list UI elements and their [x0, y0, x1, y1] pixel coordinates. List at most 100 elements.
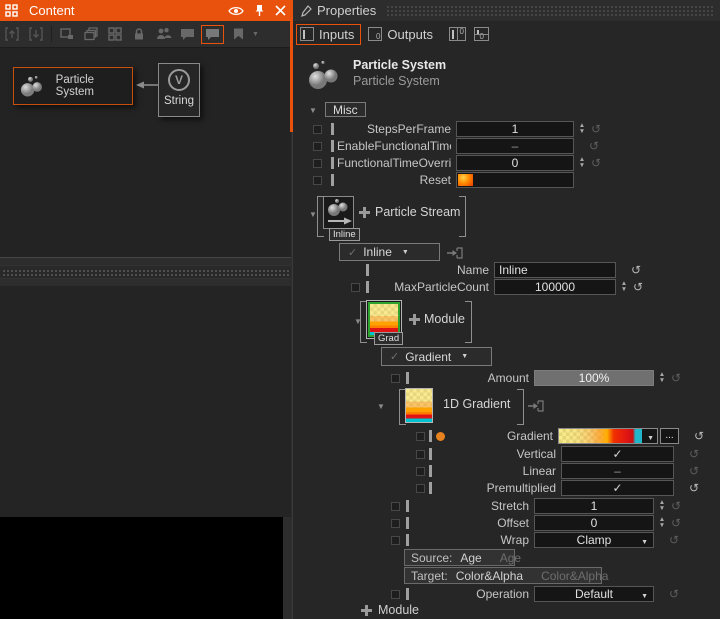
panel-splitter[interactable] — [0, 259, 291, 286]
spinner-icon[interactable]: ▲▼ — [619, 280, 629, 294]
functionaltimeoverride-field[interactable]: 0 — [456, 155, 574, 171]
maxparticlecount-field[interactable]: 100000 — [494, 279, 616, 295]
particle-system-node-icon — [19, 72, 48, 100]
row-checkbox[interactable] — [391, 519, 400, 528]
string-node[interactable]: V String — [158, 63, 200, 117]
row-checkbox[interactable] — [313, 176, 322, 185]
layers-icon[interactable] — [79, 24, 103, 44]
reset-icon[interactable]: ↺ — [669, 533, 679, 547]
property-row-functionaltimeoverride: FunctionalTimeOverride 0▲▼ ↺ — [293, 155, 720, 171]
reset-icon[interactable]: ↺ — [671, 516, 681, 530]
reset-icon[interactable]: ↺ — [591, 156, 601, 170]
row-checkbox[interactable] — [391, 502, 400, 511]
property-row-stepsperframe: StepsPerFrame1▲▼↺ — [293, 121, 720, 137]
name-field[interactable]: Inline — [494, 262, 616, 278]
string-node-v-icon: V — [168, 69, 190, 91]
linear-field[interactable]: – — [561, 463, 674, 479]
empty-dock-panel[interactable] — [0, 286, 291, 517]
bookmark-icon[interactable] — [226, 24, 250, 44]
row-label: Linear — [435, 464, 556, 478]
gradient-more-button[interactable]: ... — [660, 428, 679, 444]
chevron-down-icon[interactable]: ▼ — [647, 432, 654, 446]
row-label: Gradient — [435, 429, 553, 443]
grid-logo-icon — [5, 4, 18, 17]
comment-active-icon — [204, 27, 221, 42]
stepsperframe-field[interactable]: 1 — [456, 121, 574, 137]
property-row-amount: Amount100%▲▼↺ — [293, 370, 720, 386]
users-icon[interactable] — [151, 24, 175, 44]
content-panel-title: Content — [29, 3, 223, 18]
amount-field[interactable]: 100% — [534, 370, 654, 386]
row-checkbox[interactable] — [351, 283, 360, 292]
pin-bar — [429, 448, 432, 460]
content-titlebar[interactable]: Content — [0, 0, 291, 21]
premultiplied-field[interactable]: ✓ — [561, 480, 674, 496]
row-checkbox[interactable] — [391, 536, 400, 545]
spinner-icon[interactable]: ▲▼ — [657, 516, 667, 530]
reset-icon[interactable]: ↺ — [671, 371, 681, 385]
row-checkbox[interactable] — [313, 125, 322, 134]
splitter-grip[interactable] — [0, 265, 291, 279]
close-icon[interactable] — [275, 5, 286, 16]
comment-active-button[interactable] — [201, 25, 224, 44]
patch-canvas[interactable]: Particle System V String — [0, 48, 291, 258]
row-checkbox[interactable] — [416, 467, 425, 476]
reset-icon[interactable]: ↺ — [591, 122, 601, 136]
row-label: FunctionalTimeOverride — [337, 156, 451, 170]
pin-group-chip-source[interactable]: Source:AgeAge — [404, 549, 515, 566]
row-checkbox[interactable] — [416, 450, 425, 459]
row-label: Premultiplied — [435, 481, 556, 495]
row-checkbox[interactable] — [313, 159, 322, 168]
pin-group-chip-target[interactable]: Target:Color&AlphaColor&Alpha — [404, 567, 602, 584]
property-row-name: Name Inline ↺ — [293, 262, 720, 278]
spinner-icon[interactable]: ▲▼ — [657, 499, 667, 513]
bang-button[interactable] — [458, 174, 473, 186]
spinner-icon[interactable]: ▲▼ — [577, 156, 587, 170]
particle-system-node[interactable]: Particle System — [13, 67, 133, 105]
row-checkbox[interactable] — [416, 432, 425, 441]
row-label: Name — [372, 263, 489, 277]
reset-icon[interactable]: ↺ — [631, 263, 641, 277]
pin-bar — [331, 123, 334, 135]
lock-icon[interactable] — [127, 24, 151, 44]
offset-field[interactable]: 0 — [534, 515, 654, 531]
row-checkbox[interactable] — [313, 142, 322, 151]
comment-icon[interactable] — [175, 24, 199, 44]
import-patch-icon[interactable] — [24, 24, 48, 44]
gradient-field[interactable]: ▼ — [558, 428, 658, 444]
add-module-footer[interactable]: Module — [361, 603, 419, 617]
stretch-field[interactable]: 1 — [534, 498, 654, 514]
reset-icon[interactable]: ↺ — [589, 139, 599, 153]
node-icon[interactable] — [55, 24, 79, 44]
spinner-icon[interactable]: ▲▼ — [577, 122, 587, 136]
reset-icon[interactable]: ↺ — [671, 499, 681, 513]
row-label: Reset — [337, 173, 451, 187]
toolbar-separator — [51, 26, 52, 42]
row-checkbox[interactable] — [391, 590, 400, 599]
reset-field[interactable] — [456, 172, 574, 188]
row-checkbox[interactable] — [391, 374, 400, 383]
spinner-icon[interactable]: ▲▼ — [657, 371, 667, 385]
eye-icon[interactable] — [228, 5, 244, 17]
reset-icon[interactable]: ↺ — [669, 587, 679, 601]
pin-bar — [406, 534, 409, 546]
vertical-field[interactable]: ✓ — [561, 446, 674, 462]
operation-field[interactable]: Default▼ — [534, 586, 654, 602]
chip-value: Age — [460, 551, 481, 565]
row-checkbox[interactable] — [416, 484, 425, 493]
row-label: Vertical — [435, 447, 556, 461]
reset-icon[interactable]: ↺ — [694, 429, 704, 443]
chip-label: Source: — [411, 551, 452, 565]
row-label: Stretch — [412, 499, 529, 513]
enablefunctionaltime-field[interactable]: – — [456, 138, 574, 154]
bookmark-dropdown-icon[interactable]: ▼ — [252, 31, 259, 38]
export-patch-icon[interactable] — [0, 24, 24, 44]
reset-icon[interactable]: ↺ — [689, 464, 699, 478]
grid-icon[interactable] — [103, 24, 127, 44]
render-output[interactable] — [0, 517, 283, 619]
reset-icon[interactable]: ↺ — [689, 447, 699, 461]
pin-icon[interactable] — [254, 4, 265, 17]
reset-icon[interactable]: ↺ — [689, 481, 699, 495]
reset-icon[interactable]: ↺ — [633, 280, 643, 294]
wrap-field[interactable]: Clamp▼ — [534, 532, 654, 548]
